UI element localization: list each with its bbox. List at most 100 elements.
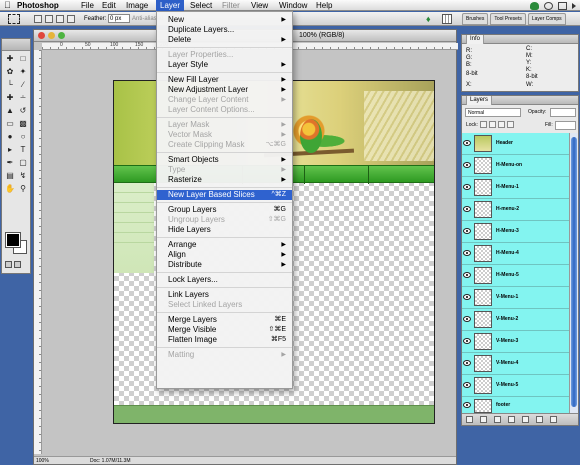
menu-item-arrange[interactable]: Arrange ▶ (157, 240, 292, 250)
menu-item-distribute[interactable]: Distribute ▶ (157, 260, 292, 270)
menu-item-new-adjustment-layer[interactable]: New Adjustment Layer ▶ (157, 85, 292, 95)
fill-input[interactable] (555, 121, 576, 130)
type-tool-icon[interactable]: T (17, 144, 29, 155)
menu-item-duplicate-layers[interactable]: Duplicate Layers... (157, 25, 292, 35)
menu-file[interactable]: File (77, 0, 98, 11)
layer-row[interactable]: H-Menu-1 (462, 177, 570, 199)
eye-icon[interactable] (463, 228, 471, 234)
menu-view[interactable]: View (247, 0, 272, 11)
new-selection-icon[interactable] (34, 15, 42, 23)
crop-tool-icon[interactable]: └ (4, 79, 16, 90)
menu-item-lock-layers[interactable]: Lock Layers... (157, 275, 292, 285)
lock-pixels-icon[interactable] (489, 121, 496, 128)
traffic-light-close-icon[interactable] (38, 32, 45, 39)
menu-edit[interactable]: Edit (98, 0, 120, 11)
brush-tool-icon[interactable]: ∸ (17, 92, 29, 103)
clone-stamp-icon[interactable]: ▲ (4, 105, 16, 116)
eyedropper-icon[interactable]: ↯ (17, 170, 29, 181)
marquee-icon[interactable] (8, 14, 20, 24)
layer-mask-icon[interactable] (494, 416, 501, 423)
opacity-input[interactable] (550, 108, 576, 117)
move-tool-icon[interactable]: ✚ (4, 53, 16, 64)
menu-layer[interactable]: Layer (156, 0, 185, 11)
menu-item-matting[interactable]: Matting ▶ (157, 350, 292, 360)
menu-item-layer-content-options[interactable]: Layer Content Options... (157, 105, 292, 115)
menu-item-new[interactable]: New ▶ (157, 15, 292, 25)
apple-icon[interactable]:  (4, 0, 11, 11)
eye-icon[interactable] (463, 402, 471, 408)
menu-window[interactable]: Window (275, 0, 311, 11)
new-layer-icon[interactable] (536, 416, 543, 423)
layers-scrollbar[interactable] (569, 133, 578, 414)
layer-row[interactable]: H-menu-2 (462, 199, 570, 221)
menu-image[interactable]: Image (122, 0, 152, 11)
layer-row[interactable]: V-Menu-4 (462, 353, 570, 375)
eye-icon[interactable] (463, 140, 471, 146)
menu-item-merge-layers[interactable]: Merge Layers ⌘E (157, 315, 292, 325)
link-layers-icon[interactable] (466, 416, 473, 423)
zoom-tool-icon[interactable]: ⚲ (17, 183, 29, 194)
scrollbar-thumb[interactable] (571, 137, 577, 407)
menu-item-layer-style[interactable]: Layer Style ▶ (157, 60, 292, 70)
eye-icon[interactable] (463, 272, 471, 278)
layer-row[interactable]: V-Menu-1 (462, 287, 570, 309)
lock-transparency-icon[interactable] (480, 121, 487, 128)
notes-tool-icon[interactable]: ▤ (4, 170, 16, 181)
menu-help[interactable]: Help (312, 0, 336, 11)
shape-tool-icon[interactable]: ▢ (17, 157, 29, 168)
magic-wand-icon[interactable]: ✦ (17, 66, 29, 77)
menu-item-new-fill-layer[interactable]: New Fill Layer ▶ (157, 75, 292, 85)
feather-input[interactable]: 0 px (108, 14, 130, 23)
eye-icon[interactable] (463, 184, 471, 190)
menu-filter[interactable]: Filter (218, 0, 244, 11)
layer-row[interactable]: footer (462, 397, 570, 414)
menu-item-rasterize[interactable]: Rasterize ▶ (157, 175, 292, 185)
pen-tool-icon[interactable]: ✒ (4, 157, 16, 168)
new-group-icon[interactable] (522, 416, 529, 423)
marquee-tool-icon[interactable]: □ (17, 53, 29, 64)
menu-item-vector-mask[interactable]: Vector Mask ▶ (157, 130, 292, 140)
delete-layer-icon[interactable] (550, 416, 557, 423)
adjustment-layer-icon[interactable] (508, 416, 515, 423)
subtract-selection-icon[interactable] (56, 15, 64, 23)
eye-icon[interactable] (463, 338, 471, 344)
menu-item-merge-visible[interactable]: Merge Visible ⇧⌘E (157, 325, 292, 335)
well-tab-layer-comps[interactable]: Layer Comps (527, 13, 566, 25)
eye-icon[interactable] (463, 250, 471, 256)
menu-item-group-layers[interactable]: Group Layers ⌘G (157, 205, 292, 215)
blend-mode-select[interactable]: Normal (465, 108, 521, 117)
layer-row[interactable]: H-Menu-4 (462, 243, 570, 265)
menu-item-link-layers[interactable]: Link Layers (157, 290, 292, 300)
dodge-tool-icon[interactable]: ○ (17, 131, 29, 142)
menu-item-layer-properties[interactable]: Layer Properties... (157, 50, 292, 60)
eye-icon[interactable] (463, 206, 471, 212)
tray-display-icon[interactable] (558, 1, 567, 10)
eraser-tool-icon[interactable]: ▭ (4, 118, 16, 129)
foreground-color-swatch[interactable] (5, 232, 21, 248)
info-tab[interactable]: Info (466, 35, 485, 44)
path-selection-icon[interactable]: ▸ (4, 144, 16, 155)
traffic-light-minimize-icon[interactable] (48, 32, 55, 39)
eye-icon[interactable] (463, 316, 471, 322)
menu-item-delete[interactable]: Delete ▶ (157, 35, 292, 45)
eye-icon[interactable] (463, 360, 471, 366)
menu-app[interactable]: Photoshop (13, 0, 63, 11)
eye-icon[interactable] (463, 382, 471, 388)
traffic-light-zoom-icon[interactable] (58, 32, 65, 39)
layer-row[interactable]: Header (462, 133, 570, 155)
menu-item-hide-layers[interactable]: Hide Layers (157, 225, 292, 235)
blur-tool-icon[interactable]: ● (4, 131, 16, 142)
bridge-icon[interactable]: ♦ (426, 14, 436, 24)
tray-bird-icon[interactable] (530, 1, 539, 10)
tray-volume-icon[interactable] (572, 2, 576, 9)
menu-item-type[interactable]: Type ▶ (157, 165, 292, 175)
layer-row[interactable]: H-Menu-3 (462, 221, 570, 243)
layer-style-icon[interactable] (480, 416, 487, 423)
add-selection-icon[interactable] (45, 15, 53, 23)
eye-icon[interactable] (463, 162, 471, 168)
layer-row[interactable]: V-Menu-3 (462, 331, 570, 353)
menu-item-select-linked-layers[interactable]: Select Linked Layers (157, 300, 292, 310)
menu-item-align[interactable]: Align ▶ (157, 250, 292, 260)
intersect-selection-icon[interactable] (67, 15, 75, 23)
gradient-tool-icon[interactable]: ▩ (17, 118, 29, 129)
